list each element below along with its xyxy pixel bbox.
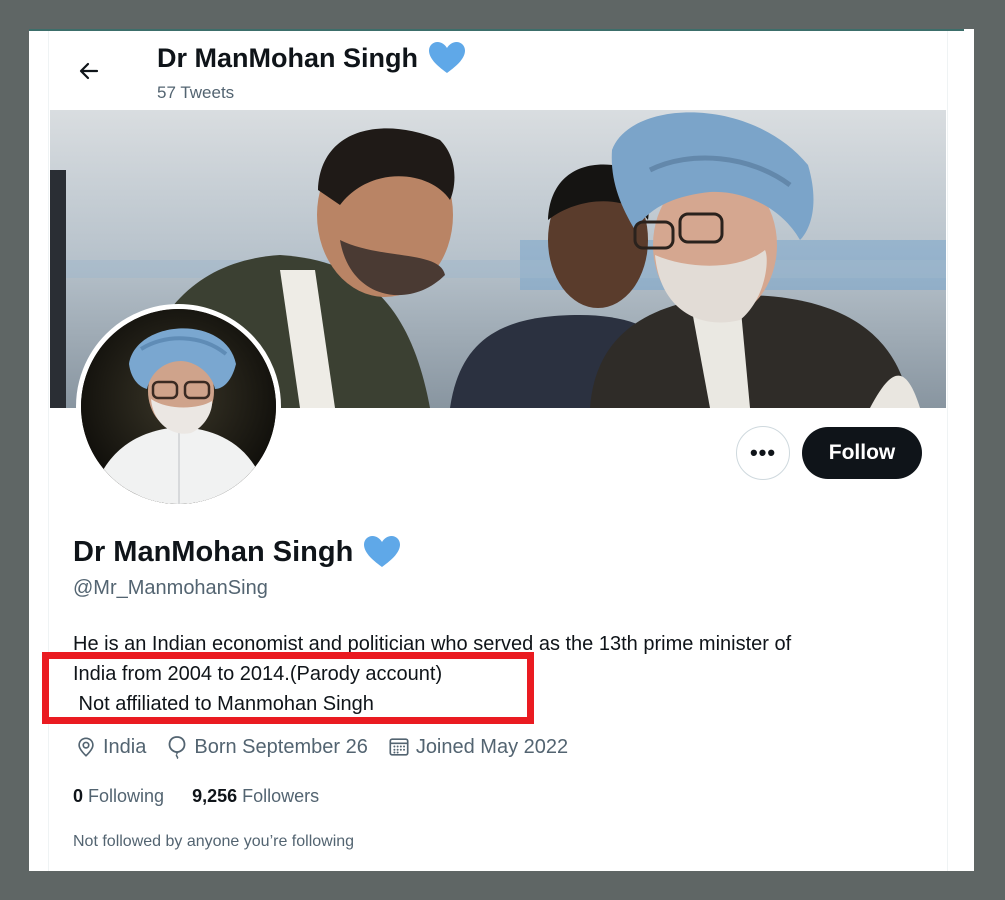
following-label: Following [88,786,165,806]
not-followed-notice: Not followed by anyone you’re following [73,833,355,850]
profile-bio: He is an Indian economist and politician… [73,629,923,719]
birthday-text: Born September 26 [194,735,368,758]
header-name-text: Dr ManMohan Singh [157,42,418,73]
follow-stats: 0 Following 9,256 Followers [73,786,319,807]
birthday-item: Born September 26 [166,735,368,759]
right-border [947,31,948,871]
profile-name-text: Dr ManMohan Singh [73,535,354,568]
tweet-count: 57 Tweets [157,83,235,102]
back-button[interactable] [69,51,109,91]
arrow-left-icon [79,62,99,80]
left-border [48,31,49,871]
profile-name: Dr ManMohan Singh [73,535,401,569]
bio-line: He is an Indian economist and politician… [73,633,792,655]
balloon-icon [168,736,186,759]
profile-handle: @Mr_ManmohanSing [73,577,268,599]
joined-item: Joined May 2022 [388,736,568,759]
following-count: 0 [73,786,84,806]
profile-screenshot: Dr ManMohan Singh 57 Tweets ••• Follow D… [29,29,974,871]
profile-avatar[interactable] [76,304,281,509]
avatar-photo [81,309,276,504]
location-text: India [103,735,147,758]
profile-meta: India Born September 26 Joined May 2022 [75,735,588,759]
top-divider [29,29,964,31]
bio-line: Not affiliated to Manmohan Singh [73,693,374,715]
blue-heart-icon [428,42,465,73]
location-item: India [75,736,146,759]
location-pin-icon [78,737,94,757]
more-options-button[interactable]: ••• [736,426,790,480]
follow-button[interactable]: Follow [802,427,922,479]
followers-link[interactable]: 9,256 Followers [192,786,319,807]
bio-line: India from 2004 to 2014.(Parody account) [73,663,443,685]
header-title: Dr ManMohan Singh [157,41,466,75]
following-link[interactable]: 0 Following [73,786,164,807]
followers-count: 9,256 [192,786,238,806]
blue-heart-icon [364,536,401,567]
calendar-icon [389,738,409,756]
more-options-icon: ••• [749,440,777,465]
followers-label: Followers [242,786,320,806]
joined-text: Joined May 2022 [415,735,569,758]
